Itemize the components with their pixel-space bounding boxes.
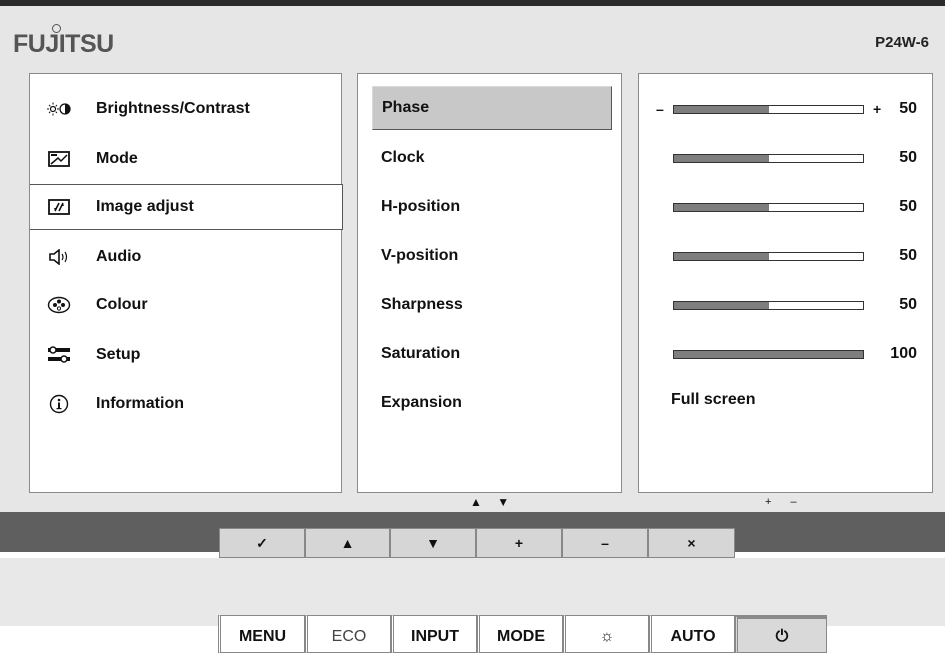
value-number: 50 — [899, 296, 917, 313]
eco-hw-button[interactable]: ECO — [305, 615, 391, 653]
value-number: 50 — [899, 247, 917, 264]
minus-icon: – — [601, 535, 609, 551]
sub-item-phase[interactable]: Phase — [372, 86, 612, 130]
brightness-contrast-icon — [46, 99, 72, 119]
saturation-slider[interactable] — [673, 349, 864, 359]
menu-item-audio[interactable]: Audio — [30, 234, 343, 280]
auto-hw-button[interactable]: AUTO — [649, 615, 735, 653]
sub-item-expansion[interactable]: Expansion — [372, 381, 612, 425]
sub-item-sharpness[interactable]: Sharpness — [372, 283, 612, 327]
value-row-clock[interactable]: 50 — [639, 136, 932, 180]
value-row-expansion[interactable]: Full screen — [639, 378, 932, 422]
minus-button[interactable]: – — [562, 528, 648, 558]
clock-slider[interactable] — [673, 153, 864, 163]
up-button[interactable]: ▲ — [305, 528, 390, 558]
menu-item-label: Information — [96, 395, 184, 412]
osd-window: FUJITSU P24W-6 Brightness/Contrast Mode … — [0, 0, 945, 512]
menu-item-brightness-contrast[interactable]: Brightness/Contrast — [30, 86, 343, 132]
info-icon — [46, 394, 72, 414]
value-row-sharpness[interactable]: 50 — [639, 283, 932, 327]
mode-hw-button[interactable]: MODE — [477, 615, 563, 653]
logo-circle-mark — [52, 24, 61, 33]
input-hw-button[interactable]: INPUT — [391, 615, 477, 653]
menu-item-image-adjust[interactable]: Image adjust — [30, 184, 343, 230]
mode-icon — [46, 149, 72, 169]
v-position-slider[interactable] — [673, 251, 864, 261]
nav-hint: ▲ ▼ — [470, 495, 516, 509]
menu-hw-button[interactable]: MENU — [218, 615, 305, 653]
adjust-hint: + – — [765, 496, 805, 508]
image-adjust-icon — [46, 197, 72, 217]
minus-label: – — [656, 101, 664, 117]
menu-item-label: Brightness/Contrast — [96, 100, 250, 117]
menu-item-information[interactable]: Information — [30, 381, 343, 427]
value-number: 50 — [899, 149, 917, 166]
main-menu-panel: Brightness/Contrast Mode Image adjust Au… — [29, 73, 343, 493]
slider-fill — [674, 105, 769, 113]
expansion-value: Full screen — [671, 391, 756, 408]
brightness-hw-button[interactable]: ☼ — [563, 615, 649, 653]
plus-label: + — [873, 101, 882, 117]
value-row-phase[interactable]: – + 50 — [639, 87, 932, 131]
power-icon: ⏻ — [775, 628, 789, 645]
sub-item-clock[interactable]: Clock — [372, 136, 612, 180]
logo-text: FUJITSU — [13, 30, 114, 58]
sub-item-v-position[interactable]: V-position — [372, 234, 612, 278]
sharpness-slider[interactable] — [673, 300, 864, 310]
menu-item-mode[interactable]: Mode — [30, 136, 343, 182]
close-button[interactable]: × — [648, 528, 735, 558]
colour-icon — [46, 295, 72, 315]
check-button[interactable]: ✓ — [219, 528, 305, 558]
value-number: 100 — [890, 345, 917, 362]
menu-item-label: Colour — [96, 296, 148, 313]
value-row-h-position[interactable]: 50 — [639, 185, 932, 229]
slider-fill — [674, 252, 769, 260]
value-row-saturation[interactable]: 100 — [639, 332, 932, 376]
slider-fill — [674, 154, 769, 162]
hardware-button-row: MENU ECO INPUT MODE ☼ AUTO ⏻ — [218, 615, 827, 653]
close-icon: × — [687, 535, 696, 551]
speaker-icon — [46, 247, 72, 267]
check-icon: ✓ — [256, 534, 268, 551]
menu-item-label: Image adjust — [96, 198, 194, 215]
value-number: 50 — [899, 100, 917, 117]
menu-item-setup[interactable]: Setup — [30, 332, 343, 378]
slider-fill — [674, 301, 769, 309]
power-hw-button[interactable]: ⏻ — [735, 615, 827, 653]
setup-icon — [46, 345, 72, 365]
menu-item-colour[interactable]: Colour — [30, 282, 343, 328]
up-arrow-icon: ▲ — [340, 535, 355, 551]
value-row-v-position[interactable]: 50 — [639, 234, 932, 278]
slider-fill — [674, 203, 769, 211]
fujitsu-logo: FUJITSU — [13, 24, 114, 59]
sub-item-saturation[interactable]: Saturation — [372, 332, 612, 376]
values-panel: – + 50 50 50 50 50 100 Full screen — [638, 73, 933, 493]
down-button[interactable]: ▼ — [390, 528, 476, 558]
phase-slider[interactable] — [673, 104, 864, 114]
sub-menu-panel: Phase Clock H-position V-position Sharpn… — [357, 73, 622, 493]
slider-fill — [674, 350, 863, 358]
sub-item-h-position[interactable]: H-position — [372, 185, 612, 229]
model-name: P24W-6 — [875, 34, 929, 51]
value-number: 50 — [899, 198, 917, 215]
menu-item-label: Mode — [96, 150, 138, 167]
menu-item-label: Setup — [96, 346, 141, 363]
down-arrow-icon: ▼ — [426, 535, 440, 551]
menu-item-label: Audio — [96, 248, 142, 265]
brightness-icon: ☼ — [599, 628, 615, 645]
h-position-slider[interactable] — [673, 202, 864, 212]
plus-icon: + — [514, 535, 524, 551]
plus-button[interactable]: + — [476, 528, 562, 558]
